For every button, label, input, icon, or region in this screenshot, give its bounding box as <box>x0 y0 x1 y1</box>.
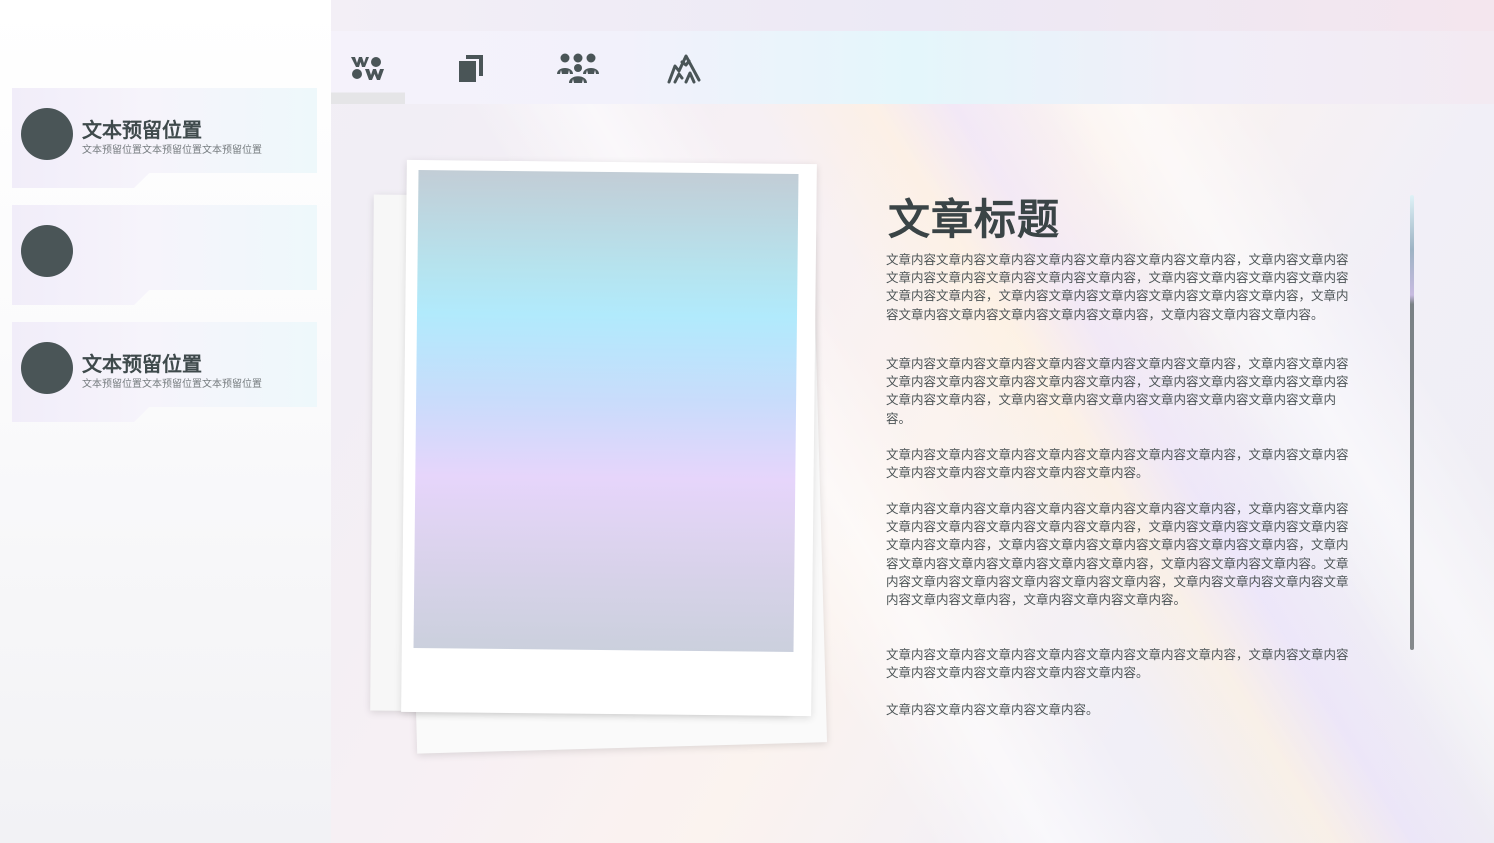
sidebar-card-3-subtitle: 文本预留位置文本预留位置文本预留位置 <box>82 379 262 390</box>
article-paragraph-5: 文章内容文章内容文章内容文章内容文章内容文章内容文章内容，文章内容文章内容文章内… <box>886 647 1349 681</box>
article-paragraph-3: 文章内容文章内容文章内容文章内容文章内容文章内容文章内容，文章内容文章内容文章内… <box>886 447 1349 481</box>
nav-tab-mountain[interactable] <box>648 31 722 104</box>
people-dots-icon <box>351 56 384 80</box>
mountain-icon <box>667 54 701 83</box>
sidebar-card-3-title: 文本预留位置 <box>82 352 202 376</box>
sidebar-card-1-title: 文本预留位置 <box>82 118 202 142</box>
article-paragraph-4: 文章内容文章内容文章内容文章内容文章内容文章内容文章内容，文章内容文章内容文章内… <box>886 501 1349 608</box>
article-scrollbar[interactable] <box>1410 195 1414 650</box>
copy-icon <box>459 54 483 82</box>
article-paragraph-2: 文章内容文章内容文章内容文章内容文章内容文章内容文章内容，文章内容文章内容文章内… <box>886 356 1349 426</box>
sidebar-card-1-subtitle: 文本预留位置文本预留位置文本预留位置 <box>82 145 262 156</box>
sidebar: 文本预留位置 文本预留位置文本预留位置文本预留位置 文本预留位置 文本预留位置文… <box>0 0 331 843</box>
sidebar-card-1-dot <box>21 108 73 160</box>
article-paragraph-6: 文章内容文章内容文章内容文章内容。 <box>886 702 1099 717</box>
top-strip <box>331 0 1494 31</box>
nav-tab-group[interactable] <box>541 31 615 104</box>
group-icon <box>557 53 599 83</box>
article-title: 文章标题 <box>888 195 1061 244</box>
article-paragraph-1: 文章内容文章内容文章内容文章内容文章内容文章内容文章内容，文章内容文章内容文章内… <box>886 252 1349 322</box>
sidebar-card-2-dot <box>21 225 73 277</box>
nav-tab-people-dots[interactable] <box>331 31 405 104</box>
photo-placeholder[interactable] <box>413 170 799 652</box>
nav-tab-copy[interactable] <box>434 31 508 104</box>
icon-navbar <box>331 31 1494 104</box>
photo-frame-stack <box>370 159 830 754</box>
sidebar-card-3-dot <box>21 342 73 394</box>
